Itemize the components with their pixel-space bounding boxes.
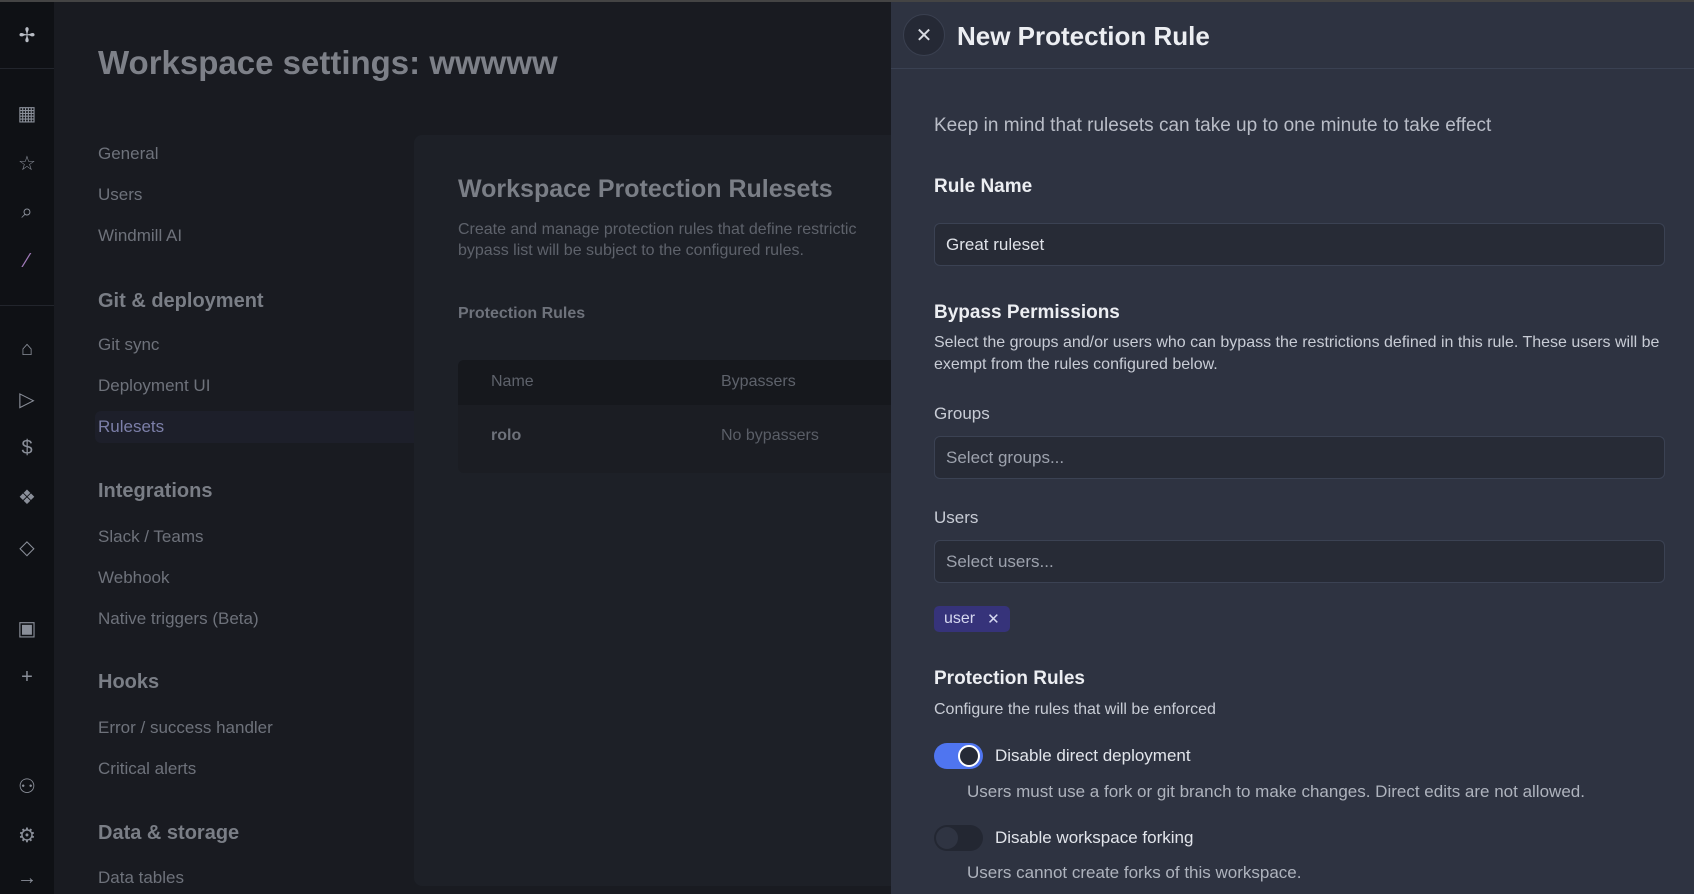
card-title: Workspace Protection Rulesets bbox=[458, 175, 833, 203]
search-icon[interactable]: ⌕ bbox=[12, 197, 42, 227]
arrow-right-icon[interactable]: → bbox=[12, 863, 42, 893]
calendar-icon[interactable]: ▣ bbox=[12, 613, 42, 643]
nav-section-hooks: Hooks bbox=[98, 671, 160, 693]
windmill-logo-icon[interactable]: ✢ bbox=[12, 20, 42, 50]
table-row[interactable]: rolo No bypassers bbox=[458, 405, 958, 473]
card-subtitle: Protection Rules bbox=[458, 305, 586, 322]
diamond-icon[interactable]: ◇ bbox=[12, 532, 42, 562]
nav-item-rulesets[interactable]: Rulesets bbox=[98, 417, 164, 437]
nav-item-data-tables[interactable]: Data tables bbox=[98, 868, 184, 888]
card-description: Create and manage protection rules that … bbox=[458, 219, 918, 261]
nav-item-native-triggers[interactable]: Native triggers (Beta) bbox=[98, 609, 259, 629]
rulesets-card: Workspace Protection Rulesets Create and… bbox=[414, 135, 974, 886]
groups-label: Groups bbox=[934, 404, 990, 423]
rule-description: Users must use a fork or git branch to m… bbox=[967, 782, 1585, 801]
star-icon[interactable]: ☆ bbox=[12, 148, 42, 178]
close-button[interactable]: ✕ bbox=[903, 14, 945, 56]
desc-line: bypass list will be subject to the confi… bbox=[458, 242, 804, 259]
remove-chip-icon[interactable]: ✕ bbox=[987, 610, 1000, 628]
toggle-disable-direct-deployment[interactable] bbox=[934, 743, 983, 769]
nav-section-git: Git & deployment bbox=[98, 290, 264, 312]
toggle-knob bbox=[958, 745, 980, 767]
rule-name: rolo bbox=[491, 427, 522, 444]
rules-table: Name Bypassers rolo No bypassers bbox=[458, 360, 958, 473]
info-text: Keep in mind that rulesets can take up t… bbox=[934, 115, 1492, 136]
rule-name-input[interactable]: Great ruleset bbox=[934, 223, 1665, 266]
new-rule-drawer: ✕ New Protection Rule Keep in mind that … bbox=[891, 0, 1694, 894]
rules-description: Configure the rules that will be enforce… bbox=[934, 701, 1216, 718]
rule-label: Disable direct deployment bbox=[995, 746, 1191, 765]
nav-item-webhook[interactable]: Webhook bbox=[98, 568, 170, 588]
toggle-knob bbox=[936, 827, 958, 849]
home-icon[interactable]: ⌂ bbox=[12, 334, 42, 364]
plus-icon[interactable]: + bbox=[12, 662, 42, 692]
nav-item-git-sync[interactable]: Git sync bbox=[98, 335, 159, 355]
bypass-title: Bypass Permissions bbox=[934, 302, 1120, 323]
dollar-icon[interactable]: $ bbox=[12, 433, 42, 463]
page-title: Workspace settings: wwwww bbox=[98, 44, 558, 81]
groups-select[interactable]: Select groups... bbox=[934, 436, 1665, 479]
nav-item-windmill-ai[interactable]: Windmill AI bbox=[98, 226, 182, 246]
nav-section-data-storage: Data & storage bbox=[98, 822, 240, 844]
nav-section-integrations: Integrations bbox=[98, 480, 213, 502]
nav-item-critical-alerts[interactable]: Critical alerts bbox=[98, 759, 196, 779]
nav-item-slack-teams[interactable]: Slack / Teams bbox=[98, 527, 204, 547]
nav-item-general[interactable]: General bbox=[98, 144, 158, 164]
gear-icon[interactable]: ⚙ bbox=[12, 820, 42, 850]
users-label: Users bbox=[934, 508, 979, 527]
col-bypassers: Bypassers bbox=[721, 373, 796, 390]
rule-description: Users cannot create forks of this worksp… bbox=[967, 863, 1302, 882]
play-icon[interactable]: ▷ bbox=[12, 384, 42, 414]
rule-name-label: Rule Name bbox=[934, 176, 1033, 197]
chip-label: user bbox=[944, 610, 976, 627]
nav-item-error-handler[interactable]: Error / success handler bbox=[98, 718, 273, 738]
rule-bypassers: No bypassers bbox=[721, 427, 819, 444]
rule-label: Disable workspace forking bbox=[995, 828, 1194, 847]
users-select[interactable]: Select users... bbox=[934, 540, 1665, 583]
table-header: Name Bypassers bbox=[458, 360, 958, 405]
boxes-icon[interactable]: ❖ bbox=[12, 482, 42, 512]
nav-item-users[interactable]: Users bbox=[98, 185, 142, 205]
divider bbox=[0, 305, 54, 306]
divider bbox=[0, 68, 54, 69]
user-icon[interactable]: ⚇ bbox=[12, 771, 42, 801]
rules-title: Protection Rules bbox=[934, 668, 1085, 689]
drawer-header: ✕ New Protection Rule bbox=[891, 2, 1694, 69]
building-icon[interactable]: ▦ bbox=[12, 98, 42, 128]
desc-line: Create and manage protection rules that … bbox=[458, 221, 857, 238]
left-rail: ✢ ▦ ☆ ⌕ ⁄ ⌂ ▷ $ ❖ ◇ ▣ + ⚇ ⚙ → bbox=[0, 0, 54, 894]
close-icon: ✕ bbox=[915, 24, 933, 47]
magic-wand-icon[interactable]: ⁄ bbox=[12, 246, 42, 276]
bypass-description: Select the groups and/or users who can b… bbox=[934, 334, 1660, 373]
col-name: Name bbox=[491, 373, 534, 390]
toggle-disable-workspace-forking[interactable] bbox=[934, 825, 983, 851]
user-chip: user ✕ bbox=[934, 606, 1010, 632]
nav-item-deployment-ui[interactable]: Deployment UI bbox=[98, 376, 210, 396]
drawer-title: New Protection Rule bbox=[957, 21, 1210, 51]
